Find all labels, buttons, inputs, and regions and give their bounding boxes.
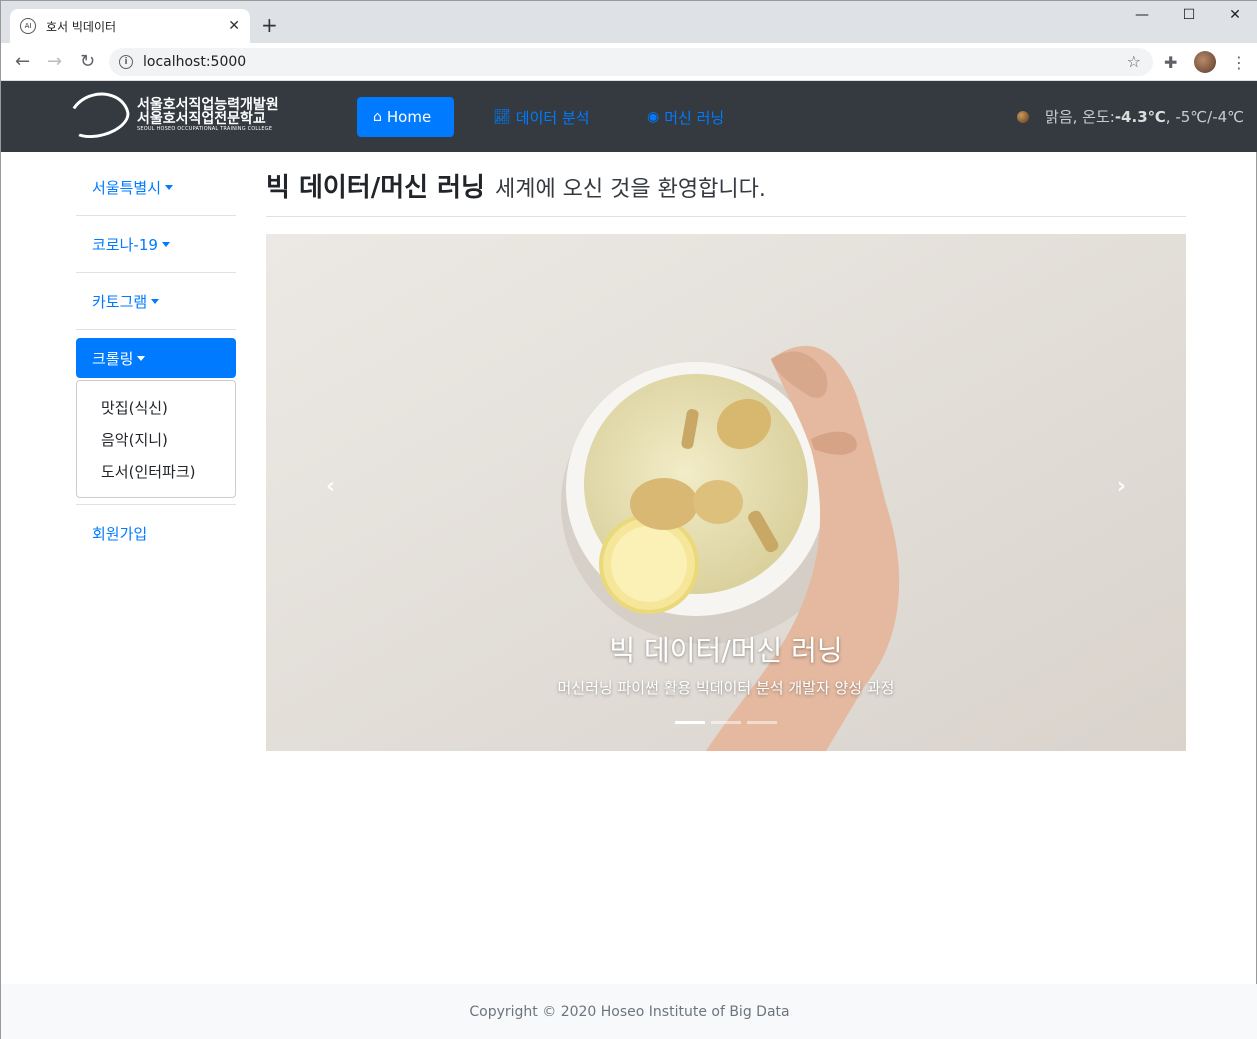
nav-home-label: Home: [386, 108, 432, 126]
bookmark-star-icon[interactable]: ☆: [1127, 52, 1141, 71]
chart-line-icon: 📈︎: [493, 109, 511, 125]
sidebar-item-covid19[interactable]: 코로나-19: [76, 216, 236, 273]
profile-avatar[interactable]: [1194, 51, 1216, 73]
weather-condition: 맑음, 온도:: [1045, 108, 1115, 126]
carousel-indicator[interactable]: [675, 721, 705, 724]
weather-widget: 맑음, 온도: -4.3℃ , -5℃/-4℃: [1017, 106, 1244, 127]
logo-mark-icon: [62, 85, 134, 145]
sidebar-item-label: 크롤링: [92, 349, 134, 368]
browser-toolbar: ← → ↻ i localhost:5000 ☆ ✚ ⋮: [1, 43, 1257, 81]
dropdown-item-restaurant[interactable]: 맛집(식신): [77, 391, 235, 423]
new-tab-button[interactable]: +: [261, 13, 278, 37]
url-text: localhost:5000: [143, 54, 247, 70]
tab-close-icon[interactable]: ✕: [228, 18, 240, 34]
sidebar: 서울특별시 코로나-19 카토그램 크롤링 맛집(식신) 음악(지니) 도서(인…: [76, 159, 236, 561]
caret-down-icon: [165, 184, 174, 190]
page-title: 빅 데이터/머신 러닝 세계에 오신 것을 환영합니다.: [266, 167, 1186, 217]
sidebar-item-label: 카토그램: [92, 292, 148, 311]
dropdown-item-music[interactable]: 음악(지니): [77, 423, 235, 455]
hero-carousel: ‹ › 빅 데이터/머신 러닝 머신러닝 파이썬 활용 빅데이터 분석 개발자 …: [266, 234, 1186, 751]
carousel-indicator[interactable]: [711, 721, 741, 724]
extensions-icon[interactable]: ✚: [1164, 53, 1177, 72]
sidebar-item-cartogram[interactable]: 카토그램: [76, 273, 236, 330]
nav-data-analysis-label: 데이터 분석: [515, 108, 590, 127]
site-logo[interactable]: 서울호서직업능력개발원 서울호서직업전문학교 SEOUL HOSEO OCCUP…: [62, 85, 279, 145]
menu-kebab-icon[interactable]: ⋮: [1231, 53, 1247, 72]
browser-tabbar: AI 호서 빅데이터 ✕ + — ☐ ✕: [1, 1, 1257, 43]
browser-tab[interactable]: AI 호서 빅데이터 ✕: [10, 9, 250, 43]
carousel-next-icon[interactable]: ›: [1117, 474, 1126, 499]
dropdown-item-books[interactable]: 도서(인터파크): [77, 455, 235, 487]
sidebar-item-crawling[interactable]: 크롤링: [76, 338, 236, 378]
maximize-button[interactable]: ☐: [1166, 7, 1212, 23]
carousel-title: 빅 데이터/머신 러닝: [609, 634, 843, 667]
caret-down-icon: [161, 241, 170, 247]
window-close-button[interactable]: ✕: [1212, 7, 1257, 23]
sidebar-item-label: 코로나-19: [92, 235, 158, 254]
minimize-button[interactable]: —: [1119, 7, 1165, 23]
forward-arrow-icon[interactable]: →: [47, 51, 62, 72]
brain-icon: ◉: [647, 109, 660, 125]
site-info-icon[interactable]: i: [119, 55, 133, 69]
logo-line2: 서울호서직업전문학교: [137, 111, 266, 128]
favicon-icon: AI: [20, 18, 36, 34]
weather-temp: -4.3℃: [1114, 107, 1166, 126]
page-title-strong: 빅 데이터/머신 러닝: [266, 173, 485, 203]
crawling-dropdown-menu: 맛집(식신) 음악(지니) 도서(인터파크): [76, 380, 236, 498]
carousel-caption: 빅 데이터/머신 러닝 머신러닝 파이썬 활용 빅데이터 분석 개발자 양성 과…: [266, 629, 1186, 698]
nav-machine-learning-label: 머신 러닝: [664, 108, 725, 127]
carousel-subtitle: 머신러닝 파이썬 활용 빅데이터 분석 개발자 양성 과정: [557, 679, 895, 697]
weather-range: , -5℃/-4℃: [1165, 107, 1244, 126]
back-arrow-icon[interactable]: ←: [15, 51, 30, 72]
carousel-prev-icon[interactable]: ‹: [326, 474, 335, 499]
address-bar[interactable]: i localhost:5000 ☆: [109, 48, 1153, 76]
reload-icon[interactable]: ↻: [80, 51, 95, 72]
page-title-sub: 세계에 오신 것을 환영합니다.: [494, 177, 766, 202]
sidebar-item-label: 서울특별시: [92, 178, 162, 197]
home-icon: ⌂: [373, 109, 382, 125]
nav-home[interactable]: ⌂ Home: [357, 97, 454, 137]
tab-title: 호서 빅데이터: [46, 19, 117, 34]
sidebar-item-seoul[interactable]: 서울특별시: [76, 159, 236, 216]
caret-down-icon: [151, 298, 160, 304]
sidebar-item-signup[interactable]: 회원가입: [76, 505, 236, 561]
copyright-text: Copyright © 2020 Hoseo Institute of Big …: [469, 1004, 790, 1020]
weather-icon: [1017, 110, 1030, 123]
nav-data-analysis[interactable]: 📈︎ 데이터 분석: [477, 97, 606, 137]
nav-machine-learning[interactable]: ◉ 머신 러닝: [631, 97, 740, 137]
carousel-indicator[interactable]: [747, 721, 777, 724]
caret-down-icon: [137, 355, 146, 361]
logo-line3: SEOUL HOSEO OCCUPATIONAL TRAINING COLLEG…: [137, 126, 273, 133]
carousel-indicators: [266, 721, 1186, 724]
site-navbar: 서울호서직업능력개발원 서울호서직업전문학교 SEOUL HOSEO OCCUP…: [1, 81, 1257, 152]
footer: Copyright © 2020 Hoseo Institute of Big …: [1, 984, 1257, 1039]
